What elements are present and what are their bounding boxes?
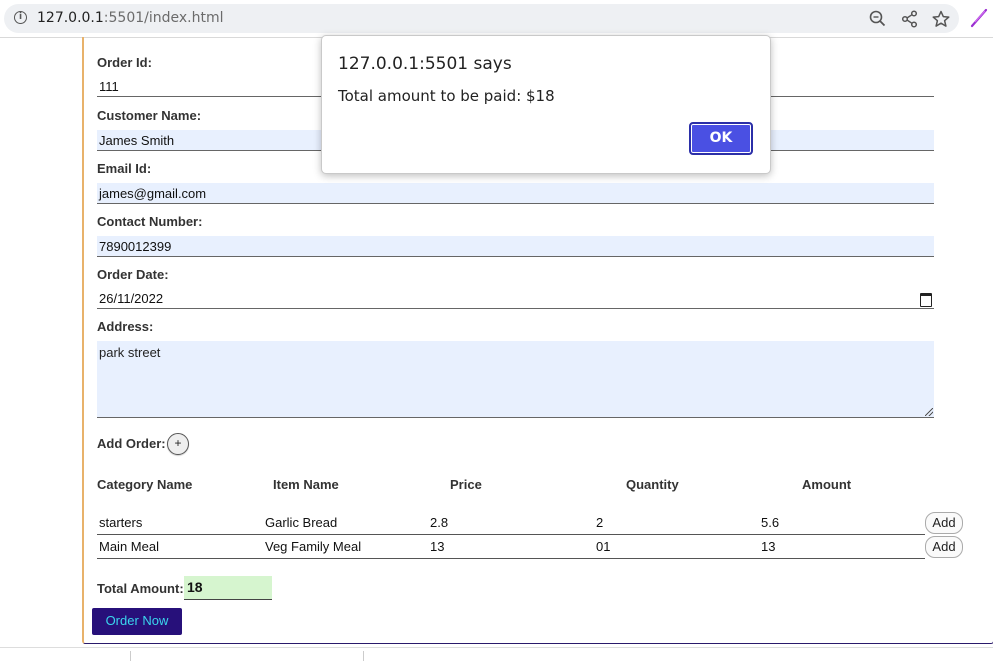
- resize-handle-icon[interactable]: [925, 408, 933, 416]
- zoom-out-icon[interactable]: [868, 9, 888, 29]
- divider-tick: [130, 651, 131, 661]
- address-label: Address:: [97, 319, 154, 334]
- address-value: park street: [99, 345, 161, 360]
- category-cell[interactable]: Main Meal: [99, 539, 159, 554]
- site-info-icon[interactable]: i: [14, 11, 27, 24]
- contact-number-input[interactable]: 7890012399: [97, 236, 934, 257]
- order-date-input[interactable]: 26/11/2022: [97, 288, 934, 309]
- header-price: Price: [450, 477, 482, 492]
- add-row-button[interactable]: Add: [925, 536, 963, 558]
- quantity-cell[interactable]: 2: [596, 515, 603, 530]
- share-icon[interactable]: [900, 9, 920, 29]
- email-label: Email Id:: [97, 161, 152, 176]
- dialog-title: 127.0.0.1:5501 says: [338, 54, 512, 74]
- item-cell[interactable]: Garlic Bread: [265, 515, 337, 530]
- add-row-button[interactable]: Add: [925, 512, 963, 534]
- header-item-name: Item Name: [273, 477, 339, 492]
- header-category-name: Category Name: [97, 477, 193, 492]
- order-id-label: Order Id:: [97, 55, 152, 70]
- divider-tick: [363, 651, 364, 661]
- order-now-button[interactable]: Order Now: [92, 608, 182, 635]
- dialog-message: Total amount to be paid: $18: [338, 87, 555, 105]
- email-input[interactable]: james@gmail.com: [97, 183, 934, 204]
- bookmark-star-icon[interactable]: [931, 9, 951, 29]
- price-cell[interactable]: 2.8: [430, 515, 448, 530]
- calendar-icon[interactable]: [920, 293, 932, 307]
- add-order-plus-button[interactable]: +: [167, 433, 189, 455]
- header-amount: Amount: [802, 477, 852, 492]
- order-row: Main Meal Veg Family Meal 13 01 13: [97, 535, 925, 559]
- page-divider: [0, 647, 993, 648]
- contact-number-label: Contact Number:: [97, 214, 203, 229]
- url-path: :5501/index.html: [103, 10, 224, 26]
- url-host: 127.0.0.1: [37, 10, 104, 26]
- dialog-ok-button[interactable]: OK: [689, 122, 753, 155]
- order-row: starters Garlic Bread 2.8 2 5.6: [97, 511, 925, 535]
- browser-toolbar: i 127.0.0.1:5501/index.html: [0, 0, 993, 38]
- header-quantity: Quantity: [626, 477, 679, 492]
- order-date-value: 26/11/2022: [99, 291, 164, 306]
- url-text[interactable]: 127.0.0.1:5501/index.html: [37, 10, 224, 26]
- item-cell[interactable]: Veg Family Meal: [265, 539, 361, 554]
- customer-name-label: Customer Name:: [97, 108, 202, 123]
- address-bar[interactable]: i 127.0.0.1:5501/index.html: [4, 4, 959, 33]
- total-amount-field[interactable]: 18: [184, 576, 272, 600]
- amount-cell[interactable]: 13: [761, 539, 775, 554]
- add-order-label: Add Order:: [97, 436, 166, 451]
- total-amount-label: Total Amount:: [97, 581, 184, 596]
- price-cell[interactable]: 13: [430, 539, 444, 554]
- extension-feather-icon[interactable]: [969, 8, 989, 28]
- category-cell[interactable]: starters: [99, 515, 142, 530]
- amount-cell[interactable]: 5.6: [761, 515, 779, 530]
- quantity-cell[interactable]: 01: [596, 539, 610, 554]
- alert-dialog: 127.0.0.1:5501 says Total amount to be p…: [321, 35, 771, 174]
- address-textarea[interactable]: park street: [97, 341, 934, 418]
- order-date-label: Order Date:: [97, 267, 169, 282]
